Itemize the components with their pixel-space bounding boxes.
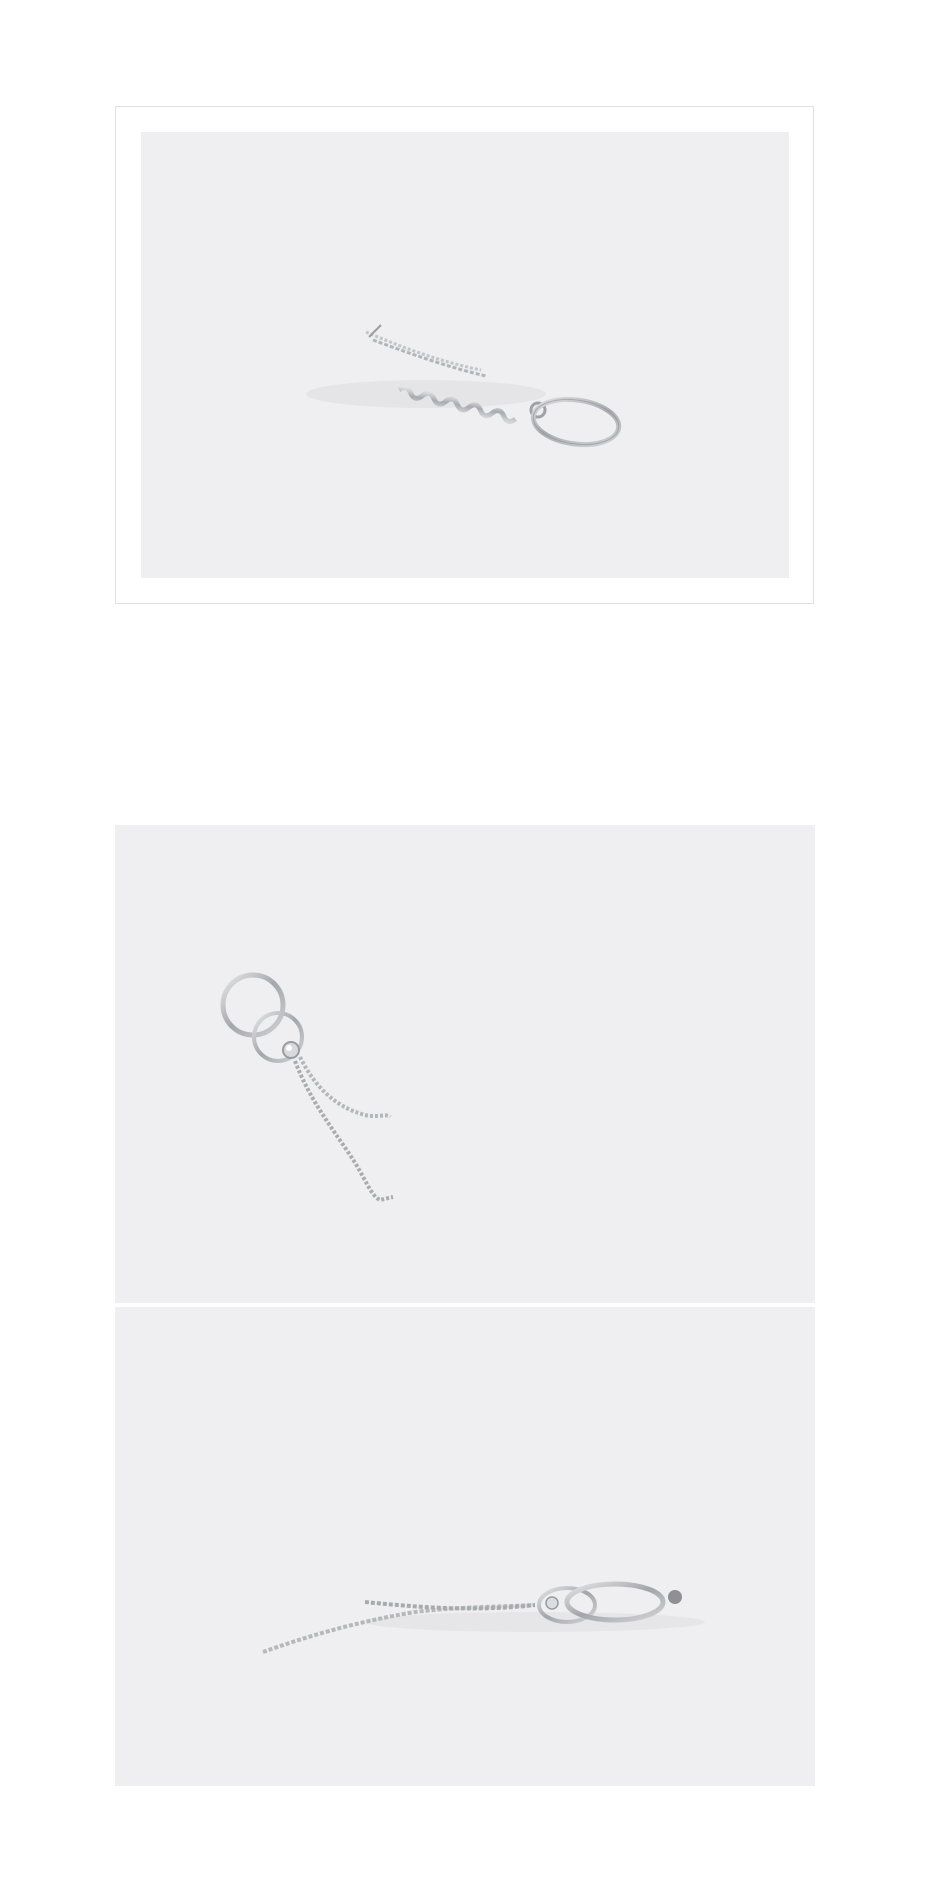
earring-image-3 (262, 1581, 705, 1654)
earring-image-2 (220, 972, 394, 1203)
earring-image-1 (306, 324, 622, 448)
product-photo-1 (141, 132, 789, 578)
product-detail-page (0, 0, 930, 1894)
photo-frame (115, 106, 814, 604)
product-photo-2 (115, 825, 815, 1303)
product-photo-3 (115, 1307, 815, 1786)
